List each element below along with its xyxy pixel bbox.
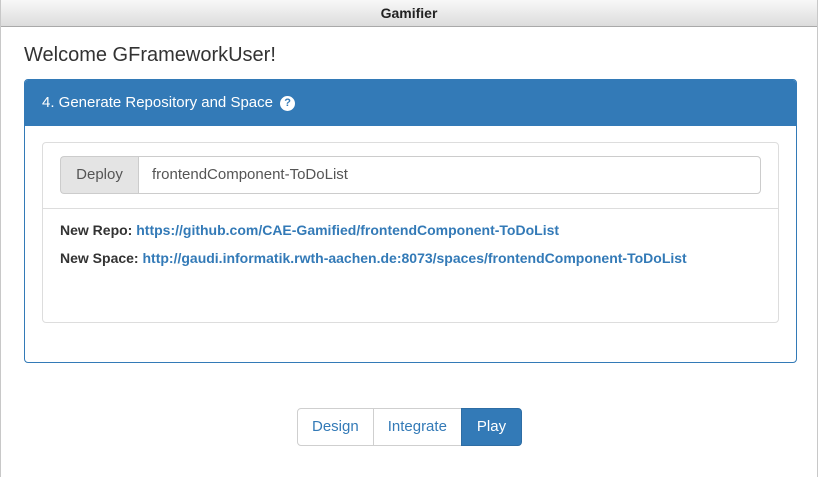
panel-heading: 4. Generate Repository and Space ? [25,80,796,126]
welcome-message: Welcome GFrameworkUser! [24,44,276,66]
mode-tabs: Design Integrate Play [297,408,523,446]
new-repo-label: New Repo: [60,222,133,238]
new-space-label: New Space: [60,250,139,266]
app-window: Gamifier Welcome GFrameworkUser! 4. Gene… [0,0,818,477]
new-repo-link[interactable]: https://github.com/CAE-Gamified/frontend… [136,222,559,238]
question-circle-icon[interactable]: ? [280,96,296,111]
tab-play[interactable]: Play [460,408,523,446]
new-space-link[interactable]: http://gaudi.informatik.rwth-aachen.de:8… [142,250,686,266]
deploy-name-input[interactable]: frontendComponent-ToDoList [138,156,761,194]
deploy-label: Deploy [60,156,138,194]
window-title: Gamifier [1,0,817,27]
panel-title: 4. Generate Repository and Space [42,94,273,111]
new-repo-row: New Repo: https://github.com/CAE-Gamifie… [60,219,559,241]
deploy-box: Deploy frontendComponent-ToDoList New Re… [42,142,779,323]
deploy-input-group: Deploy frontendComponent-ToDoList [60,156,761,194]
tab-integrate[interactable]: Integrate [372,408,462,446]
new-space-row: New Space: http://gaudi.informatik.rwth-… [60,247,760,269]
tab-design[interactable]: Design [297,408,374,446]
generate-panel: 4. Generate Repository and Space ? Deplo… [24,79,797,363]
divider [43,208,778,209]
